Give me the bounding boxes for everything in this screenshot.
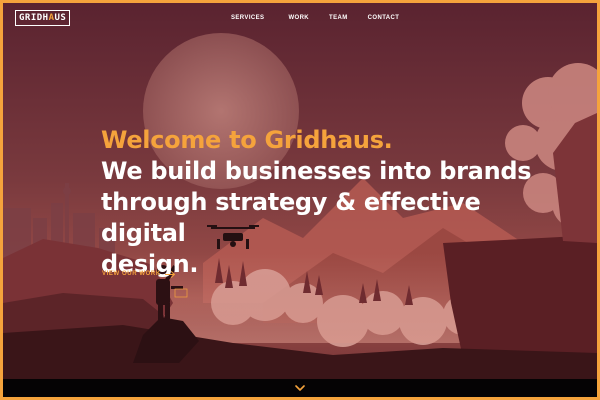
hero-tagline-line-2: through strategy & effective digital bbox=[101, 188, 481, 247]
cta-label: VIEW OUR WORK bbox=[102, 271, 161, 277]
nav-links: SERVICES WORK TEAM CONTACT bbox=[231, 15, 399, 21]
hero-headline: Welcome to Gridhaus. We build businesses… bbox=[101, 125, 561, 280]
hero-welcome: Welcome to Gridhaus. bbox=[101, 126, 393, 154]
logo-prefix: GRIDH bbox=[19, 13, 49, 23]
page-frame: GRIDH A US SERVICES WORK TEAM CONTACT Welc… bbox=[0, 0, 600, 400]
nav-item-work[interactable]: WORK bbox=[288, 15, 309, 21]
arrow-right-icon bbox=[164, 273, 174, 275]
nav-item-services[interactable]: SERVICES bbox=[231, 15, 264, 21]
logo-suffix: US bbox=[54, 13, 67, 23]
chevron-down-icon[interactable] bbox=[294, 383, 306, 393]
nav-item-team[interactable]: TEAM bbox=[329, 15, 348, 21]
view-our-work-link[interactable]: VIEW OUR WORK bbox=[102, 271, 174, 277]
gridhaus-logo[interactable]: GRIDH A US bbox=[15, 10, 71, 26]
hero-tagline-line-1: We build businesses into brands bbox=[101, 157, 532, 185]
nav-item-contact[interactable]: CONTACT bbox=[368, 15, 400, 21]
top-nav: GRIDH A US SERVICES WORK TEAM CONTACT bbox=[3, 3, 597, 35]
bottom-bar bbox=[3, 379, 597, 397]
